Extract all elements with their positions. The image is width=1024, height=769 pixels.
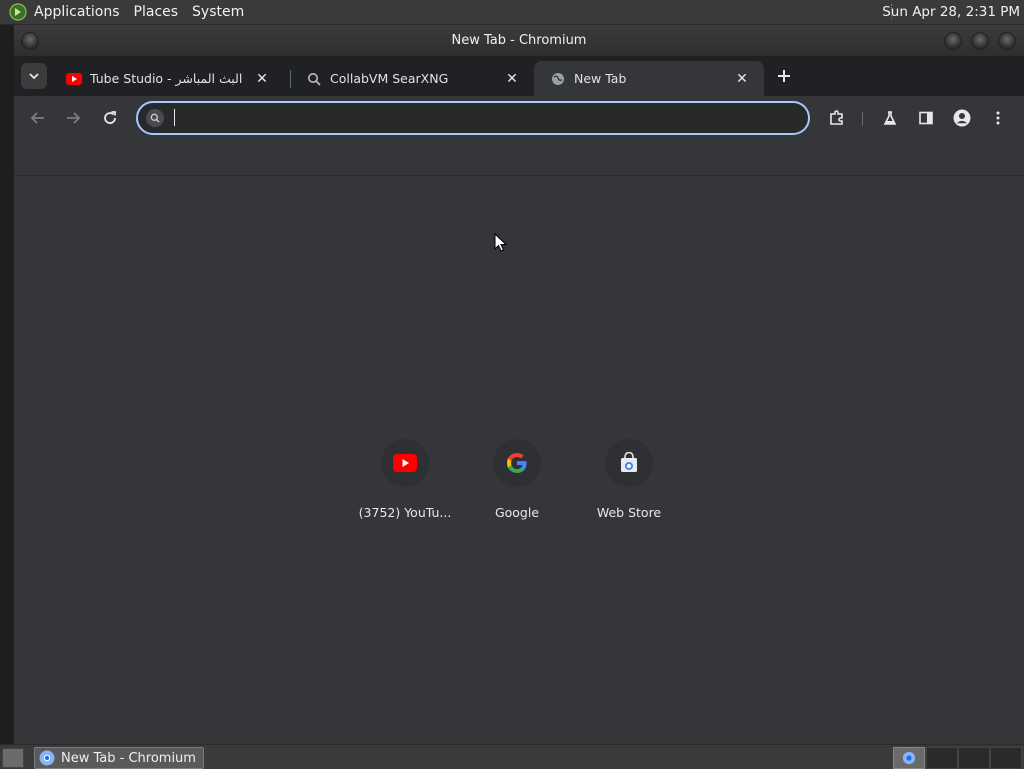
- tab-title: Tube Studio - البث المباشر: [90, 71, 243, 86]
- chevron-down-icon: [29, 73, 39, 80]
- web-store-icon: [605, 439, 653, 487]
- workspace-1-button[interactable]: [893, 747, 925, 769]
- maximize-button[interactable]: [971, 32, 989, 50]
- address-bar-input[interactable]: [172, 107, 796, 131]
- shortcut-label: Web Store: [596, 505, 662, 520]
- side-panel-icon: [919, 111, 933, 125]
- reload-icon: [104, 111, 116, 124]
- text-caret: [174, 109, 175, 126]
- toolbar-divider: [862, 112, 863, 126]
- omnibox[interactable]: [136, 101, 810, 135]
- chromium-icon: [902, 751, 916, 765]
- tab-search-button[interactable]: [21, 63, 47, 89]
- bottom-panel: New Tab - Chromium: [0, 744, 1024, 769]
- shortcut-label: (3752) YouTu...: [358, 505, 452, 520]
- extensions-button[interactable]: [825, 106, 849, 130]
- browser-window: New Tab - Chromium Tube Studio - البث ال…: [14, 25, 1024, 744]
- workspace-2-button[interactable]: [926, 747, 958, 769]
- system-menu[interactable]: System: [192, 4, 244, 20]
- applications-menu[interactable]: Applications: [34, 4, 120, 20]
- new-tab-page: (3752) YouTu... Google Web Store: [14, 176, 1024, 744]
- show-desktop-icon[interactable]: [2, 748, 24, 768]
- tab-title: CollabVM SearXNG: [330, 71, 449, 86]
- mouse-cursor-icon: [494, 233, 508, 252]
- shortcut-tile-youtube[interactable]: (3752) YouTu...: [355, 439, 455, 520]
- top-panel: Applications Places System Sun Apr 28, 2…: [0, 0, 1024, 25]
- arrow-right-icon: [67, 112, 81, 124]
- bookmarks-bar: [14, 140, 1024, 176]
- arrow-left-icon: [30, 112, 44, 124]
- close-tab-icon[interactable]: ✕: [734, 71, 750, 87]
- window-menu-button[interactable]: [21, 32, 39, 50]
- puzzle-icon: [830, 110, 843, 125]
- profile-icon: [953, 109, 971, 127]
- clock[interactable]: Sun Apr 28, 2:31 PM: [882, 0, 1020, 24]
- forward-button[interactable]: [61, 106, 85, 130]
- places-menu[interactable]: Places: [134, 4, 179, 20]
- close-tab-icon[interactable]: ✕: [254, 71, 270, 87]
- window-title: New Tab - Chromium: [451, 33, 587, 48]
- menu-button[interactable]: [986, 106, 1010, 130]
- close-window-button[interactable]: [998, 32, 1016, 50]
- tab-new-tab[interactable]: New Tab ✕: [534, 61, 764, 96]
- labs-button[interactable]: [878, 106, 902, 130]
- tab-collabvm-searxng[interactable]: CollabVM SearXNG ✕: [290, 61, 534, 96]
- tab-title: New Tab: [574, 71, 627, 86]
- tab-youtube-studio[interactable]: Tube Studio - البث المباشر ✕: [50, 61, 284, 96]
- minimize-button[interactable]: [944, 32, 962, 50]
- shortcut-tile-google[interactable]: Google: [467, 439, 567, 520]
- youtube-icon: [381, 439, 429, 487]
- shortcut-label: Google: [494, 505, 540, 520]
- back-button[interactable]: [26, 106, 50, 130]
- taskbar-window-button[interactable]: New Tab - Chromium: [34, 747, 204, 769]
- plus-icon: [778, 70, 790, 82]
- globe-icon: [550, 71, 566, 87]
- searxng-icon: [306, 71, 322, 87]
- profile-button[interactable]: [950, 106, 974, 130]
- window-titlebar[interactable]: New Tab - Chromium: [14, 25, 1024, 56]
- shortcut-tile-web-store[interactable]: Web Store: [579, 439, 679, 520]
- kebab-menu-icon: [996, 111, 1000, 125]
- distro-logo-icon[interactable]: [8, 2, 28, 22]
- flask-icon: [883, 111, 897, 125]
- new-tab-button[interactable]: [774, 66, 794, 86]
- close-tab-icon[interactable]: ✕: [504, 71, 520, 87]
- reload-button[interactable]: [98, 106, 122, 130]
- workspace-3-button[interactable]: [958, 747, 990, 769]
- searxng-icon[interactable]: [146, 109, 164, 127]
- workspace-4-button[interactable]: [990, 747, 1022, 769]
- taskbar-window-title: New Tab - Chromium: [61, 750, 196, 766]
- side-panel-button[interactable]: [914, 106, 938, 130]
- youtube-icon: [66, 71, 82, 87]
- tab-strip: Tube Studio - البث المباشر ✕ CollabVM Se…: [14, 56, 1024, 96]
- google-icon: [493, 439, 541, 487]
- browser-toolbar: [14, 96, 1024, 140]
- chromium-icon: [39, 750, 55, 766]
